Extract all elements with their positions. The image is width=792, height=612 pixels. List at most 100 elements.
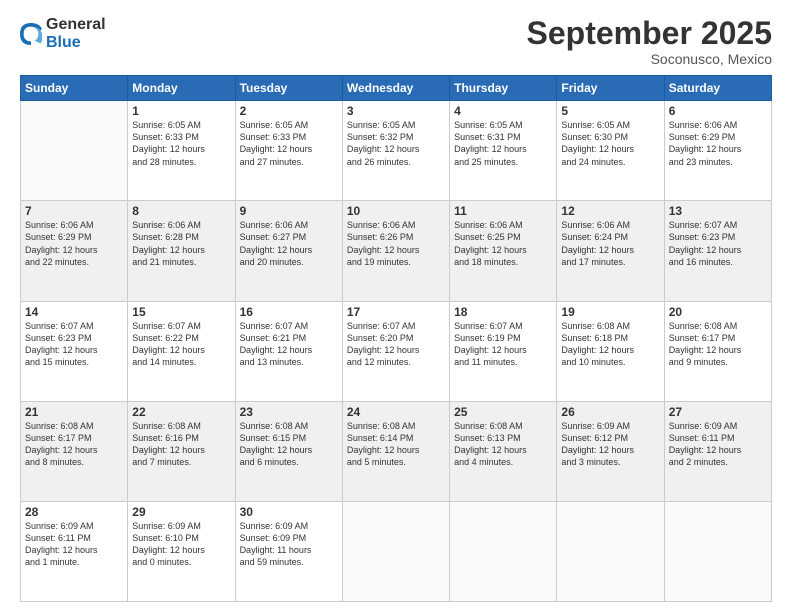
day-number: 15: [132, 305, 230, 319]
day-info: Sunrise: 6:09 AM Sunset: 6:11 PM Dayligh…: [25, 520, 123, 569]
table-row: 25Sunrise: 6:08 AM Sunset: 6:13 PM Dayli…: [450, 401, 557, 501]
day-number: 12: [561, 204, 659, 218]
page: General Blue September 2025 Soconusco, M…: [0, 0, 792, 612]
day-info: Sunrise: 6:08 AM Sunset: 6:14 PM Dayligh…: [347, 420, 445, 469]
table-row: 5Sunrise: 6:05 AM Sunset: 6:30 PM Daylig…: [557, 101, 664, 201]
logo: General Blue: [20, 16, 106, 51]
title-area: September 2025 Soconusco, Mexico: [527, 16, 772, 67]
day-info: Sunrise: 6:07 AM Sunset: 6:20 PM Dayligh…: [347, 320, 445, 369]
table-row: 4Sunrise: 6:05 AM Sunset: 6:31 PM Daylig…: [450, 101, 557, 201]
logo-line1: General: [46, 16, 106, 34]
table-row: 14Sunrise: 6:07 AM Sunset: 6:23 PM Dayli…: [21, 301, 128, 401]
day-info: Sunrise: 6:05 AM Sunset: 6:33 PM Dayligh…: [132, 119, 230, 168]
calendar-week-row: 21Sunrise: 6:08 AM Sunset: 6:17 PM Dayli…: [21, 401, 772, 501]
table-row: 23Sunrise: 6:08 AM Sunset: 6:15 PM Dayli…: [235, 401, 342, 501]
table-row: 27Sunrise: 6:09 AM Sunset: 6:11 PM Dayli…: [664, 401, 771, 501]
calendar-week-row: 14Sunrise: 6:07 AM Sunset: 6:23 PM Dayli…: [21, 301, 772, 401]
day-info: Sunrise: 6:08 AM Sunset: 6:15 PM Dayligh…: [240, 420, 338, 469]
calendar-week-row: 28Sunrise: 6:09 AM Sunset: 6:11 PM Dayli…: [21, 501, 772, 601]
table-row: 7Sunrise: 6:06 AM Sunset: 6:29 PM Daylig…: [21, 201, 128, 301]
day-info: Sunrise: 6:05 AM Sunset: 6:32 PM Dayligh…: [347, 119, 445, 168]
day-number: 2: [240, 104, 338, 118]
table-row: [342, 501, 449, 601]
day-number: 27: [669, 405, 767, 419]
table-row: 19Sunrise: 6:08 AM Sunset: 6:18 PM Dayli…: [557, 301, 664, 401]
table-row: 28Sunrise: 6:09 AM Sunset: 6:11 PM Dayli…: [21, 501, 128, 601]
col-monday: Monday: [128, 76, 235, 101]
col-tuesday: Tuesday: [235, 76, 342, 101]
day-number: 7: [25, 204, 123, 218]
day-number: 21: [25, 405, 123, 419]
day-info: Sunrise: 6:07 AM Sunset: 6:21 PM Dayligh…: [240, 320, 338, 369]
table-row: 21Sunrise: 6:08 AM Sunset: 6:17 PM Dayli…: [21, 401, 128, 501]
month-title: September 2025: [527, 16, 772, 51]
day-info: Sunrise: 6:07 AM Sunset: 6:23 PM Dayligh…: [25, 320, 123, 369]
table-row: [664, 501, 771, 601]
day-number: 30: [240, 505, 338, 519]
day-info: Sunrise: 6:07 AM Sunset: 6:19 PM Dayligh…: [454, 320, 552, 369]
table-row: 20Sunrise: 6:08 AM Sunset: 6:17 PM Dayli…: [664, 301, 771, 401]
day-number: 10: [347, 204, 445, 218]
day-number: 29: [132, 505, 230, 519]
day-number: 6: [669, 104, 767, 118]
day-info: Sunrise: 6:08 AM Sunset: 6:18 PM Dayligh…: [561, 320, 659, 369]
day-info: Sunrise: 6:06 AM Sunset: 6:25 PM Dayligh…: [454, 219, 552, 268]
logo-icon: [20, 23, 42, 45]
day-info: Sunrise: 6:09 AM Sunset: 6:11 PM Dayligh…: [669, 420, 767, 469]
logo-text: General Blue: [46, 16, 106, 51]
table-row: 16Sunrise: 6:07 AM Sunset: 6:21 PM Dayli…: [235, 301, 342, 401]
table-row: [21, 101, 128, 201]
day-number: 19: [561, 305, 659, 319]
table-row: 12Sunrise: 6:06 AM Sunset: 6:24 PM Dayli…: [557, 201, 664, 301]
calendar-week-row: 1Sunrise: 6:05 AM Sunset: 6:33 PM Daylig…: [21, 101, 772, 201]
day-number: 23: [240, 405, 338, 419]
day-info: Sunrise: 6:05 AM Sunset: 6:31 PM Dayligh…: [454, 119, 552, 168]
day-info: Sunrise: 6:09 AM Sunset: 6:12 PM Dayligh…: [561, 420, 659, 469]
calendar-table: Sunday Monday Tuesday Wednesday Thursday…: [20, 75, 772, 602]
table-row: 10Sunrise: 6:06 AM Sunset: 6:26 PM Dayli…: [342, 201, 449, 301]
table-row: 15Sunrise: 6:07 AM Sunset: 6:22 PM Dayli…: [128, 301, 235, 401]
table-row: 1Sunrise: 6:05 AM Sunset: 6:33 PM Daylig…: [128, 101, 235, 201]
table-row: [450, 501, 557, 601]
day-info: Sunrise: 6:06 AM Sunset: 6:28 PM Dayligh…: [132, 219, 230, 268]
day-number: 25: [454, 405, 552, 419]
table-row: 9Sunrise: 6:06 AM Sunset: 6:27 PM Daylig…: [235, 201, 342, 301]
day-number: 8: [132, 204, 230, 218]
day-info: Sunrise: 6:06 AM Sunset: 6:29 PM Dayligh…: [25, 219, 123, 268]
col-sunday: Sunday: [21, 76, 128, 101]
day-info: Sunrise: 6:06 AM Sunset: 6:24 PM Dayligh…: [561, 219, 659, 268]
table-row: 17Sunrise: 6:07 AM Sunset: 6:20 PM Dayli…: [342, 301, 449, 401]
calendar-header-row: Sunday Monday Tuesday Wednesday Thursday…: [21, 76, 772, 101]
table-row: [557, 501, 664, 601]
day-number: 14: [25, 305, 123, 319]
day-number: 3: [347, 104, 445, 118]
calendar-week-row: 7Sunrise: 6:06 AM Sunset: 6:29 PM Daylig…: [21, 201, 772, 301]
col-wednesday: Wednesday: [342, 76, 449, 101]
day-info: Sunrise: 6:06 AM Sunset: 6:26 PM Dayligh…: [347, 219, 445, 268]
day-info: Sunrise: 6:07 AM Sunset: 6:23 PM Dayligh…: [669, 219, 767, 268]
table-row: 6Sunrise: 6:06 AM Sunset: 6:29 PM Daylig…: [664, 101, 771, 201]
day-number: 5: [561, 104, 659, 118]
table-row: 2Sunrise: 6:05 AM Sunset: 6:33 PM Daylig…: [235, 101, 342, 201]
table-row: 3Sunrise: 6:05 AM Sunset: 6:32 PM Daylig…: [342, 101, 449, 201]
col-thursday: Thursday: [450, 76, 557, 101]
day-number: 22: [132, 405, 230, 419]
day-info: Sunrise: 6:05 AM Sunset: 6:33 PM Dayligh…: [240, 119, 338, 168]
day-number: 16: [240, 305, 338, 319]
table-row: 18Sunrise: 6:07 AM Sunset: 6:19 PM Dayli…: [450, 301, 557, 401]
table-row: 24Sunrise: 6:08 AM Sunset: 6:14 PM Dayli…: [342, 401, 449, 501]
day-info: Sunrise: 6:06 AM Sunset: 6:29 PM Dayligh…: [669, 119, 767, 168]
day-number: 20: [669, 305, 767, 319]
table-row: 22Sunrise: 6:08 AM Sunset: 6:16 PM Dayli…: [128, 401, 235, 501]
day-number: 9: [240, 204, 338, 218]
day-info: Sunrise: 6:09 AM Sunset: 6:09 PM Dayligh…: [240, 520, 338, 569]
day-info: Sunrise: 6:08 AM Sunset: 6:17 PM Dayligh…: [669, 320, 767, 369]
table-row: 8Sunrise: 6:06 AM Sunset: 6:28 PM Daylig…: [128, 201, 235, 301]
table-row: 11Sunrise: 6:06 AM Sunset: 6:25 PM Dayli…: [450, 201, 557, 301]
table-row: 30Sunrise: 6:09 AM Sunset: 6:09 PM Dayli…: [235, 501, 342, 601]
day-number: 1: [132, 104, 230, 118]
table-row: 29Sunrise: 6:09 AM Sunset: 6:10 PM Dayli…: [128, 501, 235, 601]
day-number: 26: [561, 405, 659, 419]
header: General Blue September 2025 Soconusco, M…: [20, 16, 772, 67]
day-number: 18: [454, 305, 552, 319]
